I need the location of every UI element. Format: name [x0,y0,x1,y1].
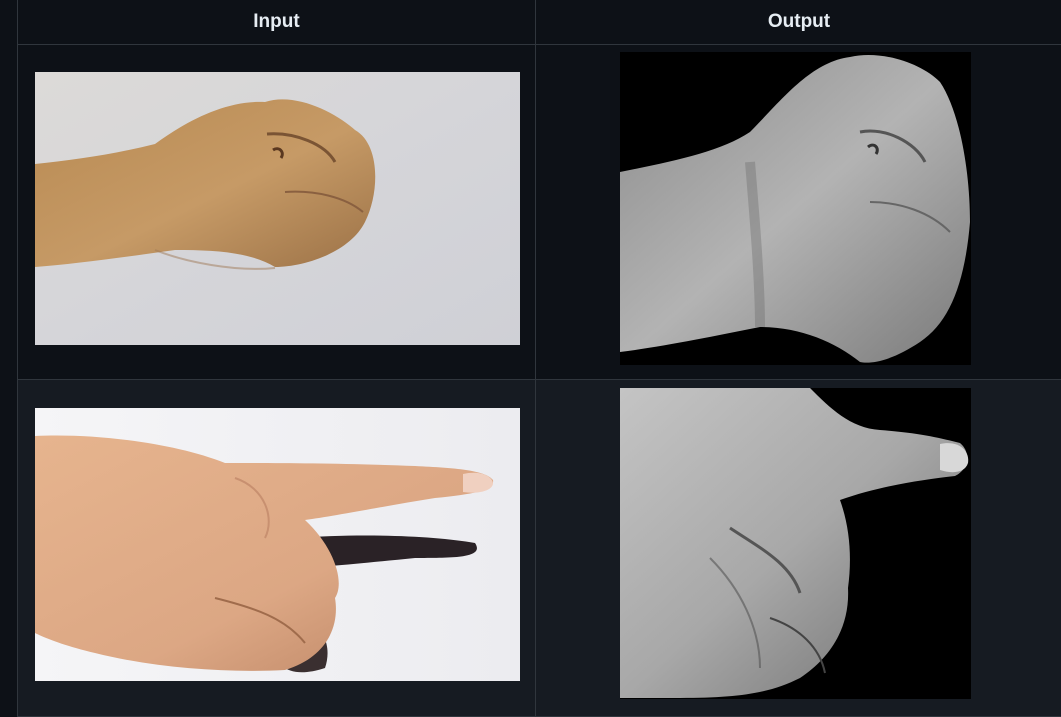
input-cell [18,45,536,379]
output-cell [536,45,1061,379]
table-row [18,45,1061,380]
output-cell [536,380,1061,716]
table-header-row: Input Output [18,0,1061,45]
column-header-input: Input [18,0,536,44]
output-image-fist [620,52,971,365]
table-row [18,380,1061,717]
output-image-pointing [620,388,971,699]
results-table: Input Output [17,0,1061,717]
column-header-output: Output [767,11,831,32]
input-cell [18,380,536,716]
input-image-fist [35,72,520,345]
input-image-pointing [35,408,520,681]
